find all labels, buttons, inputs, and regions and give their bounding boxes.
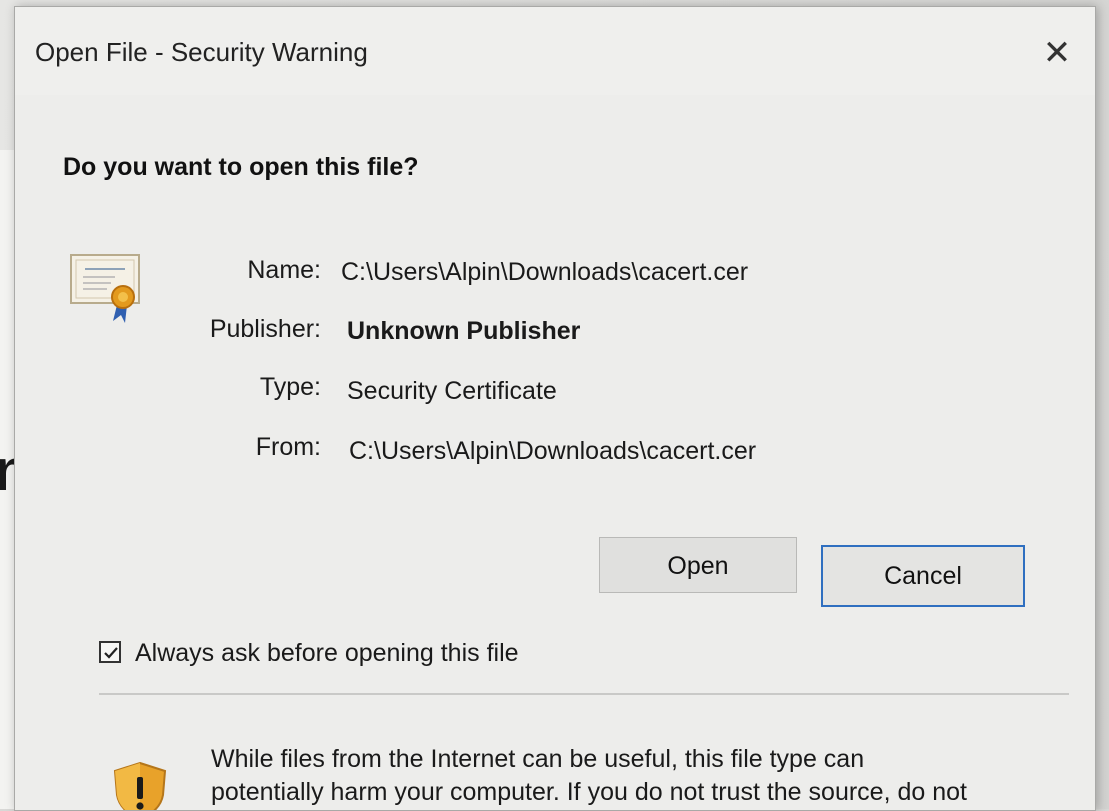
shield-warning-icon: [113, 761, 167, 810]
name-value: C:\Users\Alpin\Downloads\cacert.cer: [341, 258, 749, 286]
cancel-button[interactable]: Cancel: [821, 545, 1025, 607]
name-label: Name:: [247, 256, 321, 284]
divider: [99, 693, 1069, 695]
title-bar[interactable]: Open File - Security Warning ✕: [15, 7, 1095, 95]
checkmark-icon: [104, 647, 118, 659]
warning-line-2: potentially harm your computer. If you d…: [211, 778, 967, 806]
warning-line-1: While files from the Internet can be use…: [211, 745, 865, 773]
always-ask-label[interactable]: Always ask before opening this file: [135, 639, 519, 668]
close-icon[interactable]: ✕: [1035, 33, 1079, 73]
from-value: C:\Users\Alpin\Downloads\cacert.cer: [349, 437, 757, 465]
dialog-heading: Do you want to open this file?: [63, 153, 419, 181]
warning-message: While files from the Internet can be use…: [211, 743, 1011, 809]
open-button[interactable]: Open: [599, 537, 797, 593]
publisher-label: Publisher:: [209, 315, 321, 343]
security-warning-dialog: Open File - Security Warning ✕ Do you wa…: [14, 6, 1096, 811]
publisher-value: Unknown Publisher: [347, 317, 581, 345]
from-label: From:: [255, 433, 321, 461]
type-value: Security Certificate: [347, 377, 557, 405]
dialog-title: Open File - Security Warning: [35, 37, 368, 67]
type-label: Type:: [259, 373, 321, 401]
always-ask-checkbox[interactable]: [99, 641, 121, 663]
